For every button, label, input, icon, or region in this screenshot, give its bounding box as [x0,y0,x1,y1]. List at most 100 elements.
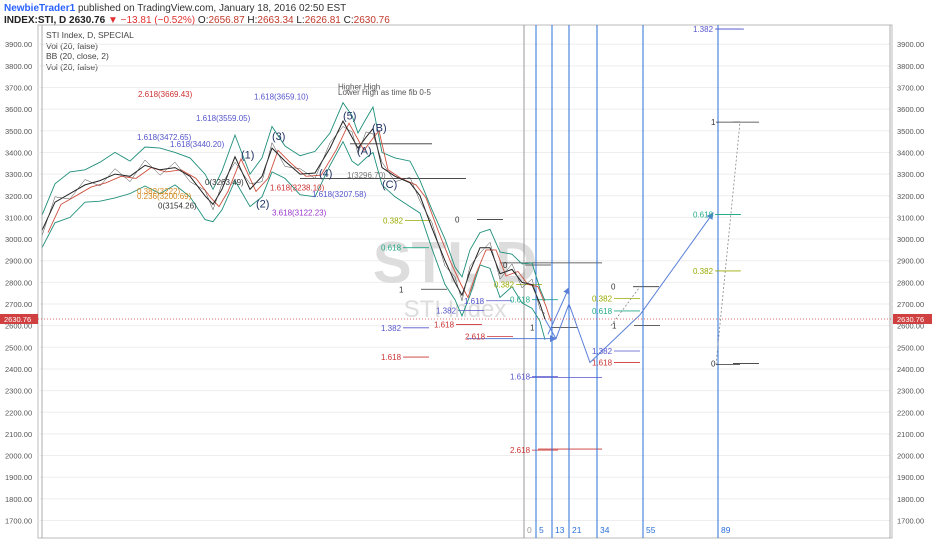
wave-label: (4) [319,168,332,180]
y-tick-label-left: 3900.00 [5,40,32,49]
fib-annotation: 0.618 [510,296,531,305]
y-tick-label-left: 3800.00 [5,62,32,71]
wave-label: (C) [382,179,397,191]
y-tick-label-right: 1700.00 [897,517,924,526]
fib-annotation: Lower High as time fib 0-5 [338,88,431,97]
y-tick-label-right: 2700.00 [897,300,924,309]
fib-annotation: 0 [503,261,508,270]
y-tick-label-left: 2100.00 [5,430,32,439]
fib-annotation: 2.618 [510,446,531,455]
y-tick-label-left: 3000.00 [5,235,32,244]
fib-annotation: 1.382 [381,324,402,333]
fib-annotation: 1.618 [381,353,402,362]
y-tick-label-left: 1700.00 [5,517,32,526]
fib-annotation: 0(3154.26) [158,202,197,211]
y-tick-label-left: 2200.00 [5,408,32,417]
fib-annotation: 0.618 [592,307,613,316]
y-tick-label-right: 3900.00 [897,40,924,49]
y-tick-label-right: 1900.00 [897,473,924,482]
fib-annotation: 1.382 [693,25,714,34]
wave-label: (1) [241,150,254,162]
y-tick-label-left: 2400.00 [5,365,32,374]
fib-annotation: 0 [611,283,616,292]
y-tick-label-left: 2300.00 [5,387,32,396]
fib-annotation: 1.618 [510,373,531,382]
y-tick-label-left: 2000.00 [5,452,32,461]
fib-annotation: 1.618 [434,321,455,330]
fib-annotation: 0.382 [693,267,714,276]
y-tick-label-right: 2400.00 [897,365,924,374]
y-axis-right: 1700.00 1800.00 1900.00 2000.00 2100.00 2200.… [889,25,924,538]
time-fib-label: 21 [572,525,582,535]
y-tick-label-left: 3500.00 [5,127,32,136]
fib-annotation: 0 [455,216,460,225]
wave-label: (A) [357,145,372,157]
y-tick-label-left: 1800.00 [5,495,32,504]
y-tick-label-right: 2900.00 [897,257,924,266]
last-price-label-right: 2630.76 [897,315,924,324]
y-tick-label-left: 3300.00 [5,170,32,179]
time-fib-label: 13 [555,525,565,535]
time-fib-label: 34 [600,525,610,535]
y-tick-label-right: 2000.00 [897,452,924,461]
fib-annotation: 0.382 [592,295,613,304]
time-fib-label: 55 [646,525,656,535]
fib-annotation: 3.618(3122.23) [272,209,327,218]
fib-annotation: 0.236(3200.69) [137,192,192,201]
fib-annotation: 1 [399,285,404,294]
y-tick-label-left: 3700.00 [5,84,32,93]
fib-annotation: 0.382 [494,281,515,290]
fib-annotation: 2.618 [465,332,486,341]
fib-annotation: 1.382 [592,347,613,356]
fib-annotation: 2.618(3669.43) [138,90,193,99]
fib-annotation: 1.618(3440.20) [170,140,225,149]
y-tick-label-right: 3100.00 [897,213,924,222]
y-tick-label-left: 2900.00 [5,257,32,266]
y-tick-label-right: 2300.00 [897,387,924,396]
fib-annotation: 1 [612,322,617,331]
y-tick-label-left: 2800.00 [5,278,32,287]
y-tick-label-right: 3800.00 [897,62,924,71]
forecast-path [544,212,714,364]
y-tick-label-right: 3500.00 [897,127,924,136]
y-tick-label-right: 3400.00 [897,148,924,157]
y-tick-label-right: 2500.00 [897,343,924,352]
time-fib-label: 89 [721,525,731,535]
y-tick-label-right: 3000.00 [897,235,924,244]
time-fib-label: 0 [527,525,532,535]
y-tick-label-right: 3200.00 [897,192,924,201]
wave-label: (3) [272,131,285,143]
wave-label: (2) [256,198,269,210]
last-price-label-left: 2630.76 [4,315,31,324]
fib-annotation: 1.618 [464,297,485,306]
y-tick-label-right: 3700.00 [897,84,924,93]
time-fib-lines [523,25,719,538]
fib-annotation: 1.618(3207.58) [312,190,367,199]
fib-annotation: 0.618 [381,244,402,253]
time-fib-labels: 0 5 13 21 34 55 89 [527,525,731,535]
fib-annotation: 1.618(3659.10) [254,92,309,101]
fib-annotation: 0(3263.49) [205,178,244,187]
y-tick-label-right: 2800.00 [897,278,924,287]
y-tick-label-left: 2700.00 [5,300,32,309]
wave-label: (B) [372,123,387,135]
y-tick-label-right: 1800.00 [897,495,924,504]
y-tick-label-left: 3200.00 [5,192,32,201]
y-tick-label-left: 2500.00 [5,343,32,352]
y-tick-label-left: 3400.00 [5,148,32,157]
forecast-dotted [715,122,741,365]
fib-annotation: 1 [530,323,535,332]
y-tick-label-right: 3300.00 [897,170,924,179]
y-axis-left: 1700.00 1800.00 1900.00 2000.00 2100.00 2200.… [5,25,43,538]
forecast-dotted [610,286,641,326]
y-tick-label-right: 2100.00 [897,430,924,439]
price-chart[interactable]: STI, DSTI Index Higher HighLower High as… [0,0,932,550]
wave-label: (5) [343,111,356,123]
fib-annotation: 0.618 [693,211,714,220]
fib-annotation: 0.382 [383,217,404,226]
y-tick-label-left: 3100.00 [5,213,32,222]
fib-annotation: 1 [711,118,716,127]
y-tick-label-right: 3600.00 [897,105,924,114]
y-tick-label-left: 3600.00 [5,105,32,114]
fib-annotation: 0 [711,360,716,369]
